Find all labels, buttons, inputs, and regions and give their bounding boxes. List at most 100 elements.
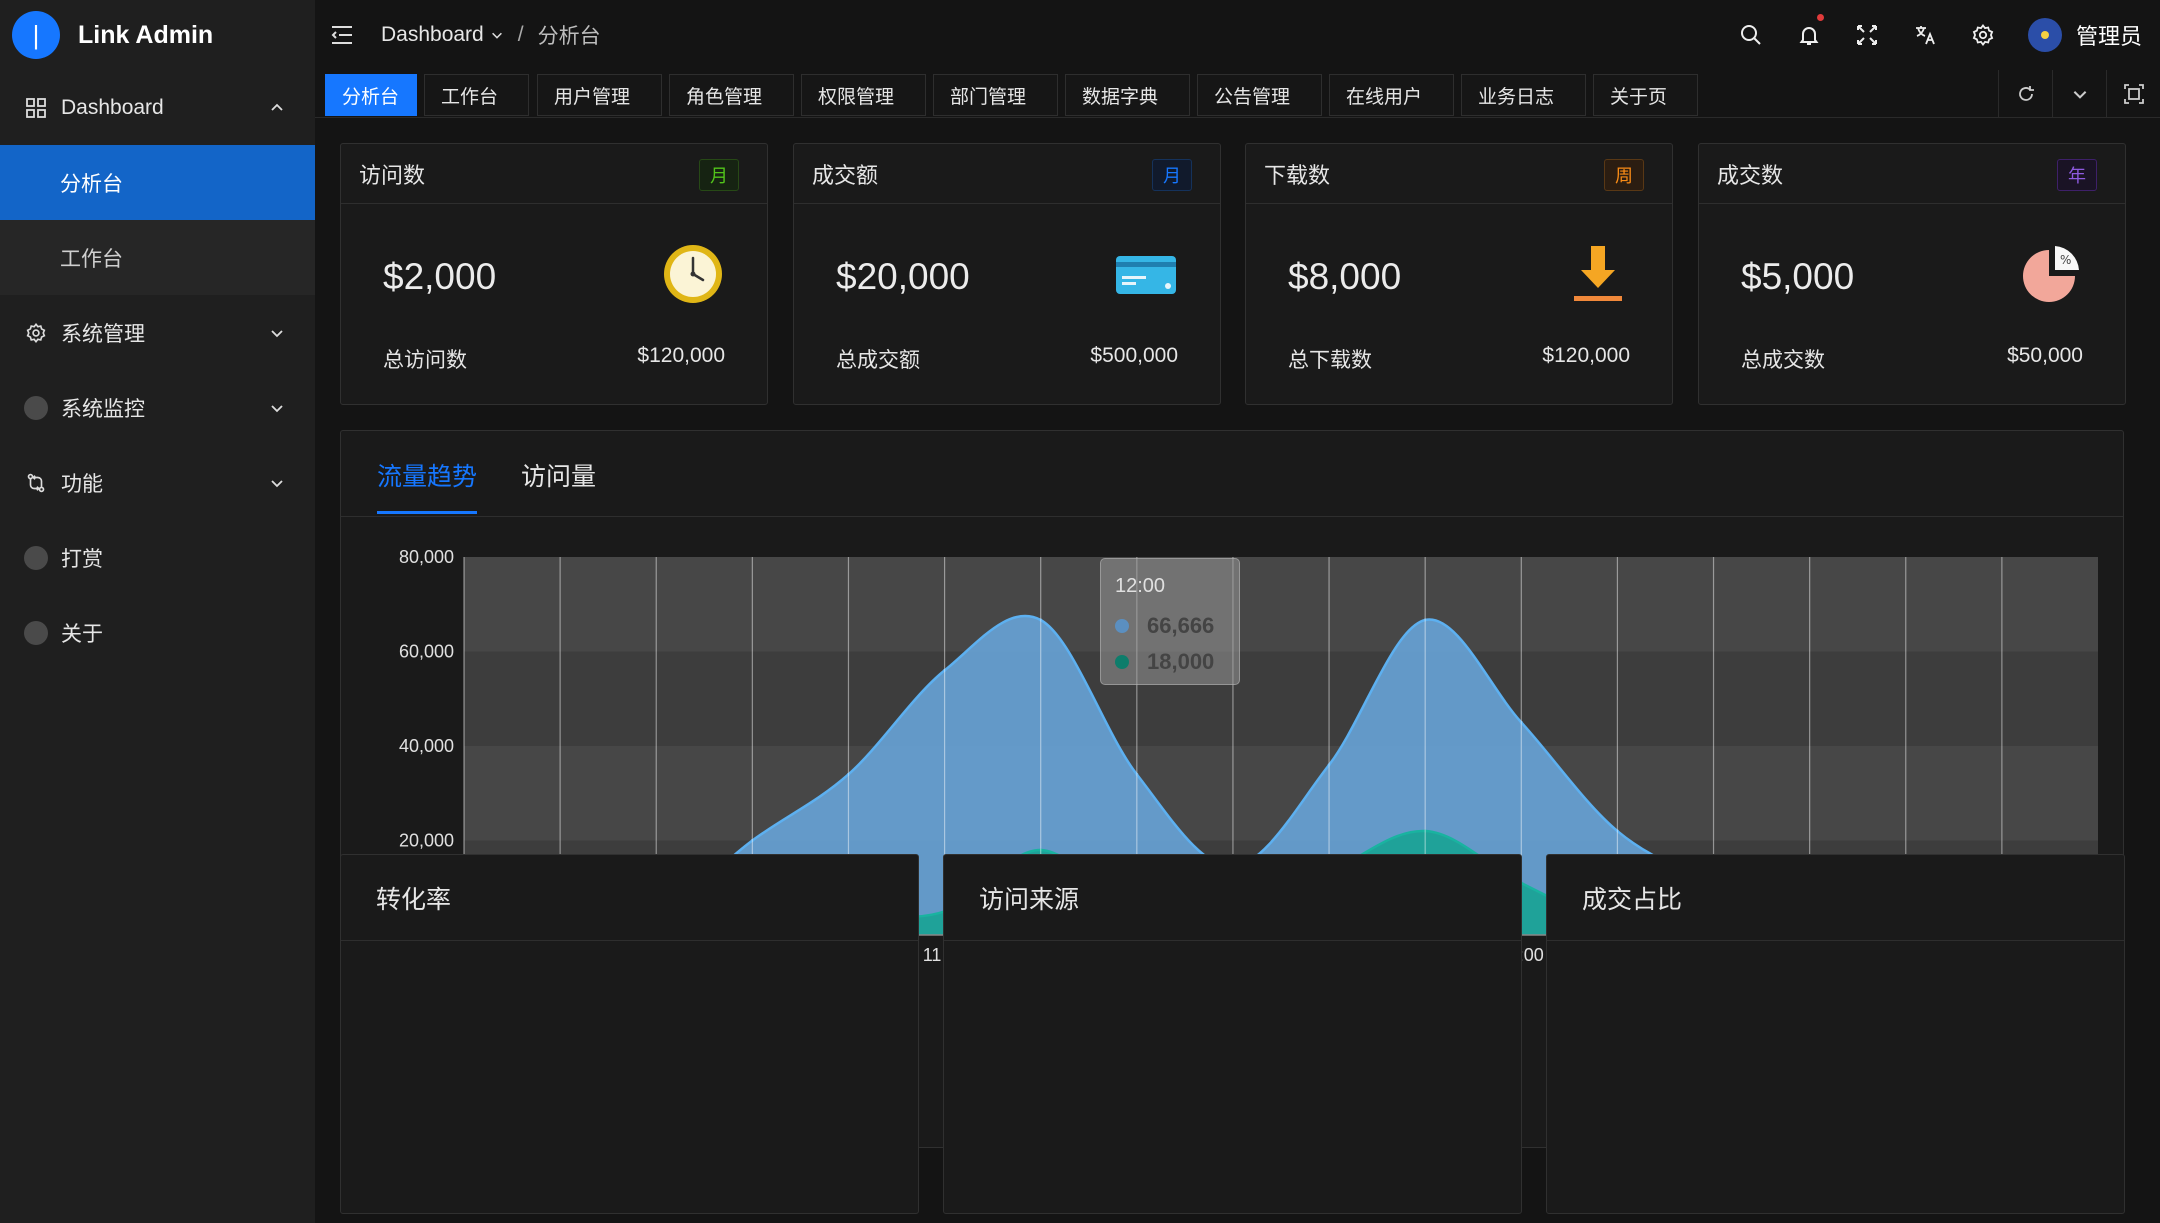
tab-workbench[interactable]: 工作台 bbox=[424, 74, 529, 116]
tab-dictionary[interactable]: 数据字典 bbox=[1065, 74, 1190, 116]
card-header: 成交数 年 bbox=[1699, 144, 2125, 204]
tab-roles[interactable]: 角色管理 bbox=[669, 74, 794, 116]
y-tick-label: 60,000 bbox=[399, 642, 454, 662]
tabs-bar: 分析台 工作台 用户管理 角色管理 权限管理 部门管理 数据字典 公告管理 在线… bbox=[315, 70, 2160, 118]
sidebar-item-analysis[interactable]: 分析台 bbox=[0, 145, 315, 220]
tab-users[interactable]: 用户管理 bbox=[537, 74, 662, 116]
sidebar-item-label: 功能 bbox=[61, 472, 103, 496]
sidebar-item-monitor[interactable]: 系统监控 bbox=[0, 370, 315, 445]
period-badge: 年 bbox=[2057, 159, 2097, 191]
card-title: 成交数 bbox=[1717, 162, 1784, 188]
card-header: 下载数 周 bbox=[1246, 144, 1672, 204]
app-logo[interactable]: | Link Admin bbox=[0, 0, 315, 70]
translate-icon[interactable] bbox=[1896, 0, 1954, 70]
grid-band bbox=[464, 557, 2098, 652]
sidebar-item-dashboard[interactable]: Dashboard bbox=[0, 70, 315, 145]
top-header: Dashboard / 分析台 管理员 bbox=[315, 0, 2160, 70]
sidebar: | Link Admin Dashboard 分析台 工作台 系统管理 系统监控… bbox=[0, 0, 315, 1223]
card-header: 访问数 月 bbox=[341, 144, 767, 204]
period-badge: 月 bbox=[699, 159, 739, 191]
stat-value: $20,000 bbox=[836, 256, 970, 297]
circle-icon bbox=[24, 620, 48, 645]
sidebar-item-system[interactable]: 系统管理 bbox=[0, 295, 315, 370]
breadcrumb-parent[interactable]: Dashboard bbox=[381, 23, 484, 47]
card-header: 成交占比 bbox=[1547, 855, 2124, 941]
fullscreen-icon[interactable] bbox=[1838, 0, 1896, 70]
chevron-down-icon bbox=[271, 404, 283, 412]
stat-card-visits: 访问数 月 $2,000 总访问数 $120,000 bbox=[340, 143, 768, 405]
expand-icon[interactable] bbox=[2106, 70, 2160, 118]
stat-total-label: 总成交额 bbox=[836, 349, 920, 372]
card-title: 访问数 bbox=[359, 162, 426, 188]
tab-analysis[interactable]: 分析台 bbox=[325, 74, 417, 116]
circle-icon bbox=[24, 545, 48, 570]
sidebar-item-label: Dashboard bbox=[61, 95, 164, 119]
period-badge: 周 bbox=[1604, 159, 1644, 191]
user-name[interactable]: 管理员 bbox=[2076, 19, 2142, 51]
card-title: 访问来源 bbox=[979, 885, 1080, 914]
stat-value: $5,000 bbox=[1741, 256, 1855, 297]
breadcrumb-separator: / bbox=[517, 23, 524, 46]
sidebar-item-label: 系统管理 bbox=[61, 322, 145, 346]
tooltip-value: 66,666 bbox=[1147, 613, 1215, 638]
card-title: 成交占比 bbox=[1582, 885, 1683, 914]
header-actions: 管理员 bbox=[1722, 0, 2160, 70]
y-tick-label: 20,000 bbox=[399, 831, 454, 851]
tab-visits[interactable]: 访问量 bbox=[521, 457, 596, 511]
avatar-dot bbox=[2040, 31, 2049, 39]
sidebar-item-features[interactable]: 功能 bbox=[0, 445, 315, 520]
card-header: 成交额 月 bbox=[794, 144, 1220, 204]
stat-card-transactions: 成交数 年 $5,000 % 总成交数 $50,000 bbox=[1698, 143, 2126, 405]
grid-icon bbox=[24, 96, 48, 120]
card-title: 成交额 bbox=[812, 162, 879, 188]
stat-total-label: 总下载数 bbox=[1288, 349, 1372, 372]
logo-icon: | bbox=[12, 11, 60, 59]
y-tick-label: 40,000 bbox=[399, 736, 454, 756]
search-icon[interactable] bbox=[1722, 0, 1780, 70]
conversion-card: 转化率 bbox=[340, 854, 919, 1214]
tab-notices[interactable]: 公告管理 bbox=[1197, 74, 1322, 116]
refresh-icon[interactable] bbox=[1998, 70, 2052, 118]
card-title: 转化率 bbox=[376, 885, 452, 914]
breadcrumb-current: 分析台 bbox=[537, 25, 601, 48]
stat-total-value: $50,000 bbox=[2007, 344, 2083, 367]
sidebar-item-label: 系统监控 bbox=[61, 397, 145, 421]
tab-online-users[interactable]: 在线用户 bbox=[1329, 74, 1454, 116]
grid-band bbox=[464, 651, 2098, 746]
svg-text:%: % bbox=[2060, 253, 2071, 267]
sidebar-item-label: 打赏 bbox=[61, 547, 103, 571]
chevron-down-icon bbox=[271, 329, 283, 337]
chevron-down-icon[interactable] bbox=[2052, 70, 2106, 118]
sidebar-item-label: 工作台 bbox=[60, 247, 123, 271]
chevron-up-icon bbox=[271, 103, 283, 111]
sidebar-item-about[interactable]: 关于 bbox=[0, 595, 315, 670]
card-title: 下载数 bbox=[1264, 162, 1331, 188]
series-dot bbox=[1115, 619, 1129, 633]
series-dot bbox=[1115, 655, 1129, 669]
tab-traffic-trend[interactable]: 流量趋势 bbox=[377, 457, 478, 514]
tooltip-value: 18,000 bbox=[1147, 649, 1215, 674]
sidebar-item-label: 关于 bbox=[61, 622, 103, 646]
app-title: Link Admin bbox=[78, 20, 214, 49]
tooltip-row: 66,666 bbox=[1115, 608, 1225, 644]
settings-icon[interactable] bbox=[1954, 0, 2012, 70]
tab-departments[interactable]: 部门管理 bbox=[933, 74, 1058, 116]
stat-total-label: 总访问数 bbox=[383, 349, 467, 372]
tab-about-page[interactable]: 关于页 bbox=[1593, 74, 1698, 116]
traffic-source-card: 访问来源 bbox=[943, 854, 1522, 1214]
tab-tools bbox=[1998, 70, 2160, 118]
sidebar-item-workbench[interactable]: 工作台 bbox=[0, 220, 315, 295]
sidebar-item-reward[interactable]: 打赏 bbox=[0, 520, 315, 595]
gear-icon bbox=[24, 321, 48, 345]
avatar[interactable] bbox=[2027, 18, 2062, 52]
tab-permissions[interactable]: 权限管理 bbox=[801, 74, 926, 116]
period-badge: 月 bbox=[1152, 159, 1192, 191]
chevron-down-icon bbox=[271, 479, 283, 487]
stat-total-value: $500,000 bbox=[1090, 344, 1178, 367]
notification-dot bbox=[1816, 14, 1824, 21]
tab-business-log[interactable]: 业务日志 bbox=[1461, 74, 1586, 116]
tooltip-row: 18,000 bbox=[1115, 644, 1225, 680]
bell-icon[interactable] bbox=[1780, 0, 1838, 70]
menu-fold-icon[interactable] bbox=[327, 20, 357, 50]
y-tick-label: 80,000 bbox=[399, 547, 454, 567]
